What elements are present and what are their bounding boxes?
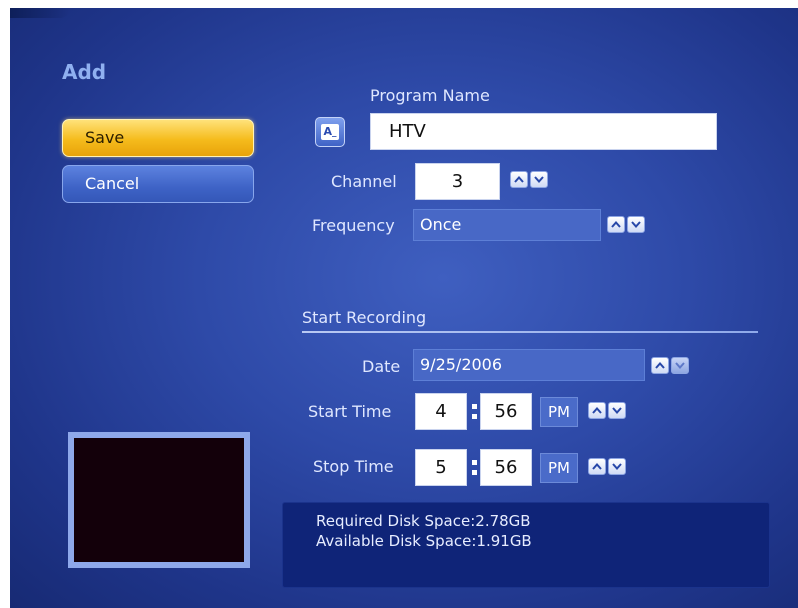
start-hour-input[interactable]: 4 [415, 393, 467, 430]
date-up-arrow-icon[interactable] [651, 357, 669, 374]
frequency-label: Frequency [312, 216, 395, 235]
available-disk-space: Available Disk Space:1.91GB [316, 532, 532, 550]
frequency-down-arrow-icon[interactable] [627, 216, 645, 233]
start-time-label: Start Time [308, 402, 392, 421]
stop-time-label: Stop Time [313, 457, 394, 476]
start-time-colon [470, 396, 478, 426]
page-title: Add [62, 60, 107, 84]
channel-label: Channel [331, 172, 397, 191]
stop-time-down-arrow-icon[interactable] [608, 458, 626, 475]
start-minute-input[interactable]: 56 [480, 393, 532, 430]
cancel-button[interactable]: Cancel [62, 165, 254, 203]
date-down-arrow-icon[interactable] [671, 357, 689, 374]
stop-ampm-select[interactable]: PM [540, 453, 578, 483]
top-left-notch [10, 8, 70, 18]
stop-time-colon [470, 452, 478, 482]
frequency-up-arrow-icon[interactable] [607, 216, 625, 233]
start-ampm-select[interactable]: PM [540, 397, 578, 427]
channel-stepper [510, 171, 548, 188]
channel-input[interactable]: 3 [415, 163, 500, 200]
required-disk-space: Required Disk Space:2.78GB [316, 512, 531, 530]
date-label: Date [362, 357, 401, 376]
save-button[interactable]: Save [62, 119, 254, 157]
start-time-up-arrow-icon[interactable] [588, 402, 606, 419]
media-center-screen: Add Save Cancel Program Name A_ HTV Chan… [10, 8, 798, 608]
stop-minute-input[interactable]: 56 [480, 449, 532, 486]
keyboard-icon: A_ [321, 124, 339, 140]
live-tv-preview[interactable] [68, 432, 250, 568]
start-time-stepper [588, 402, 626, 419]
frequency-select[interactable]: Once [413, 209, 601, 241]
stop-time-up-arrow-icon[interactable] [588, 458, 606, 475]
program-name-label: Program Name [370, 86, 490, 105]
section-divider [302, 331, 758, 333]
program-name-input[interactable]: HTV [370, 113, 717, 150]
stop-hour-input[interactable]: 5 [415, 449, 467, 486]
date-stepper [651, 357, 689, 374]
keyboard-button[interactable]: A_ [315, 117, 345, 147]
stop-time-stepper [588, 458, 626, 475]
frequency-stepper [607, 216, 645, 233]
channel-down-arrow-icon[interactable] [530, 171, 548, 188]
start-recording-heading: Start Recording [302, 308, 427, 327]
start-time-down-arrow-icon[interactable] [608, 402, 626, 419]
date-select[interactable]: 9/25/2006 [413, 349, 645, 381]
channel-up-arrow-icon[interactable] [510, 171, 528, 188]
disk-space-panel: Required Disk Space:2.78GB Available Dis… [282, 502, 770, 588]
